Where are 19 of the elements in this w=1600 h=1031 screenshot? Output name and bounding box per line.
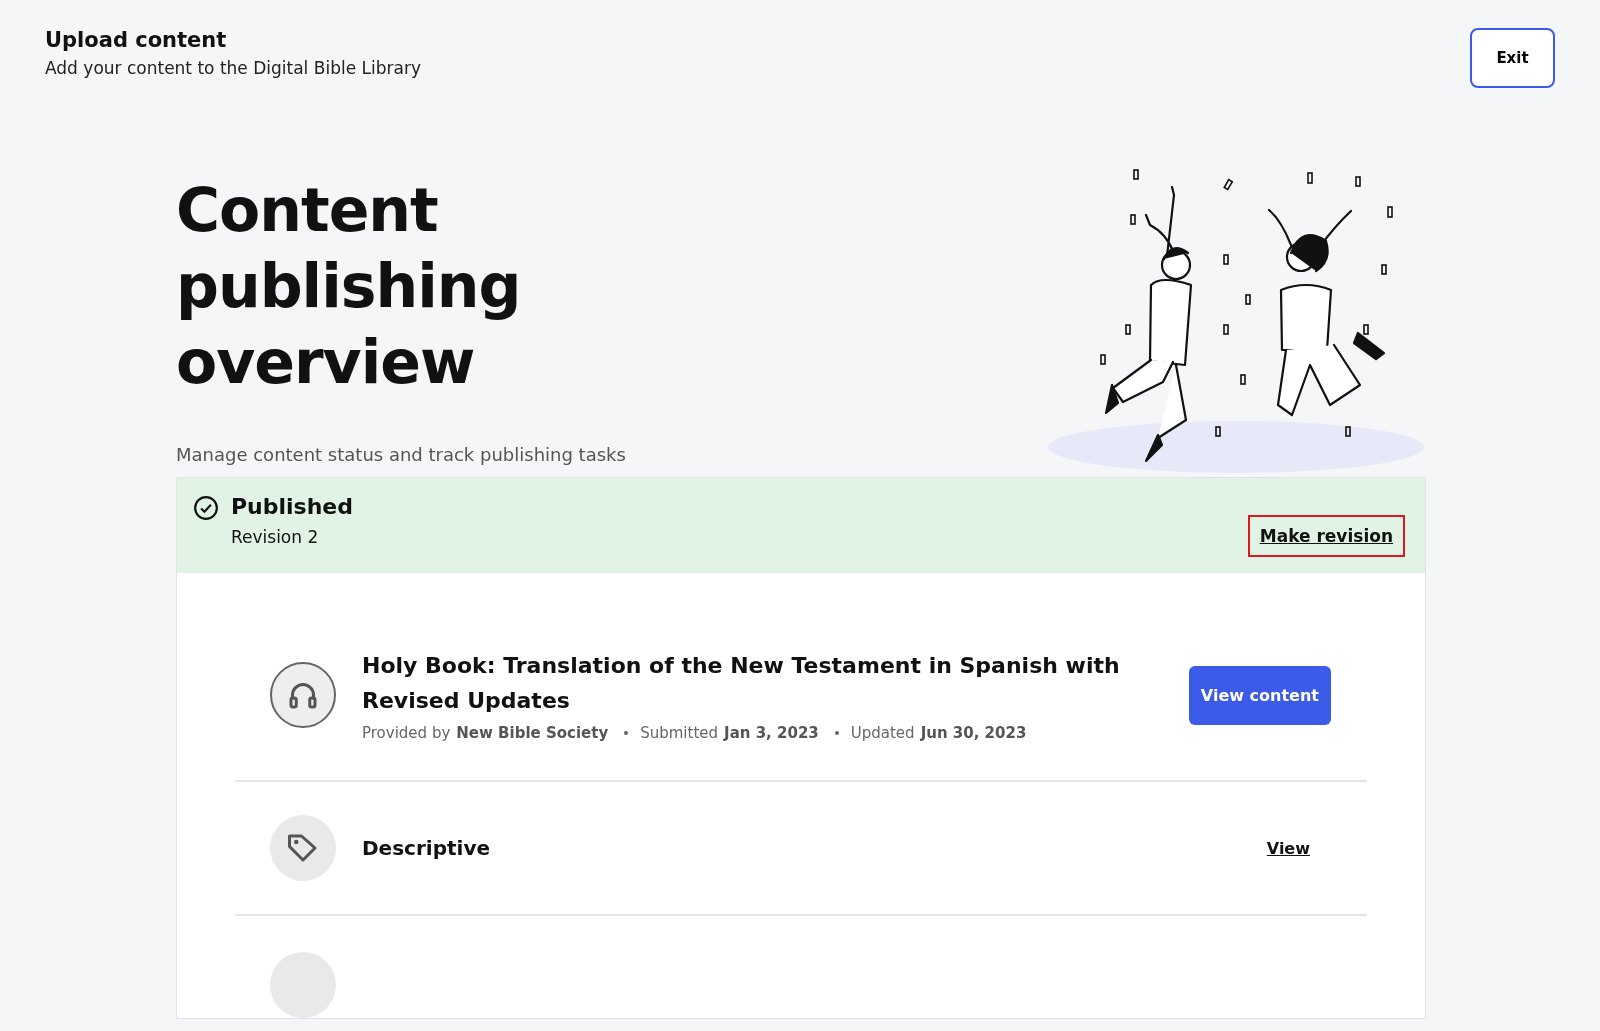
meta-value: New Bible Society <box>456 724 609 742</box>
exit-button[interactable]: Exit <box>1470 28 1555 88</box>
content-title: Holy Book: Translation of the New Testament in Spanish with Revised Updates <box>362 652 1121 715</box>
page-subtitle: Add your content to the Digital Bible Library <box>45 58 421 78</box>
meta-value: Jan 3, 2023 <box>724 724 819 742</box>
page-title: Upload content <box>45 28 228 52</box>
meta-label: Submitted <box>640 724 719 742</box>
meta-label: Provided by <box>362 724 451 742</box>
meta-label: Updated <box>850 724 915 742</box>
view-content-button[interactable]: View content <box>1188 665 1331 725</box>
make-revision-link[interactable]: Make revision <box>1247 515 1405 557</box>
section-title: Descriptive <box>362 836 491 860</box>
check-circle-icon <box>193 495 219 521</box>
hero-subtitle: Manage content status and track publishing tasks <box>176 444 627 465</box>
meta-value: Jun 30, 2023 <box>920 724 1027 742</box>
status-title: Published <box>231 494 354 519</box>
revision-label: Revision 2 <box>231 527 320 547</box>
view-link[interactable]: View <box>1266 838 1310 858</box>
hero-title: Content publishing overview <box>176 174 522 399</box>
